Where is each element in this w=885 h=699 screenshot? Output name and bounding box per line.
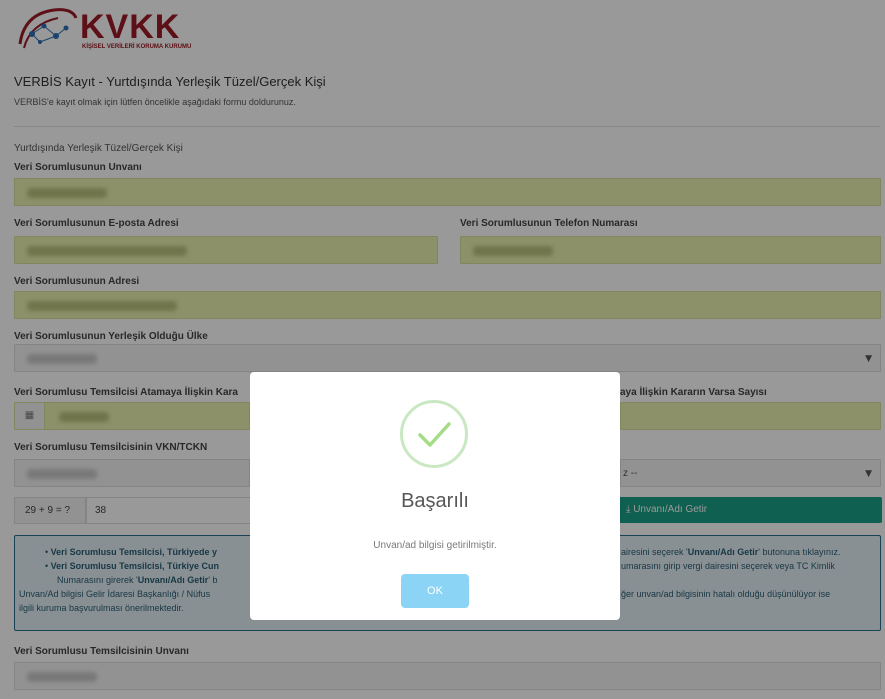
checkmark-icon bbox=[418, 422, 451, 447]
ok-button[interactable]: OK bbox=[401, 574, 469, 608]
modal-message: Unvan/ad bilgisi getirilmiştir. bbox=[373, 540, 497, 551]
modal-title: Başarılı bbox=[401, 490, 469, 512]
success-circle bbox=[400, 400, 468, 468]
success-modal: Başarılı Unvan/ad bilgisi getirilmiştir.… bbox=[250, 372, 620, 620]
